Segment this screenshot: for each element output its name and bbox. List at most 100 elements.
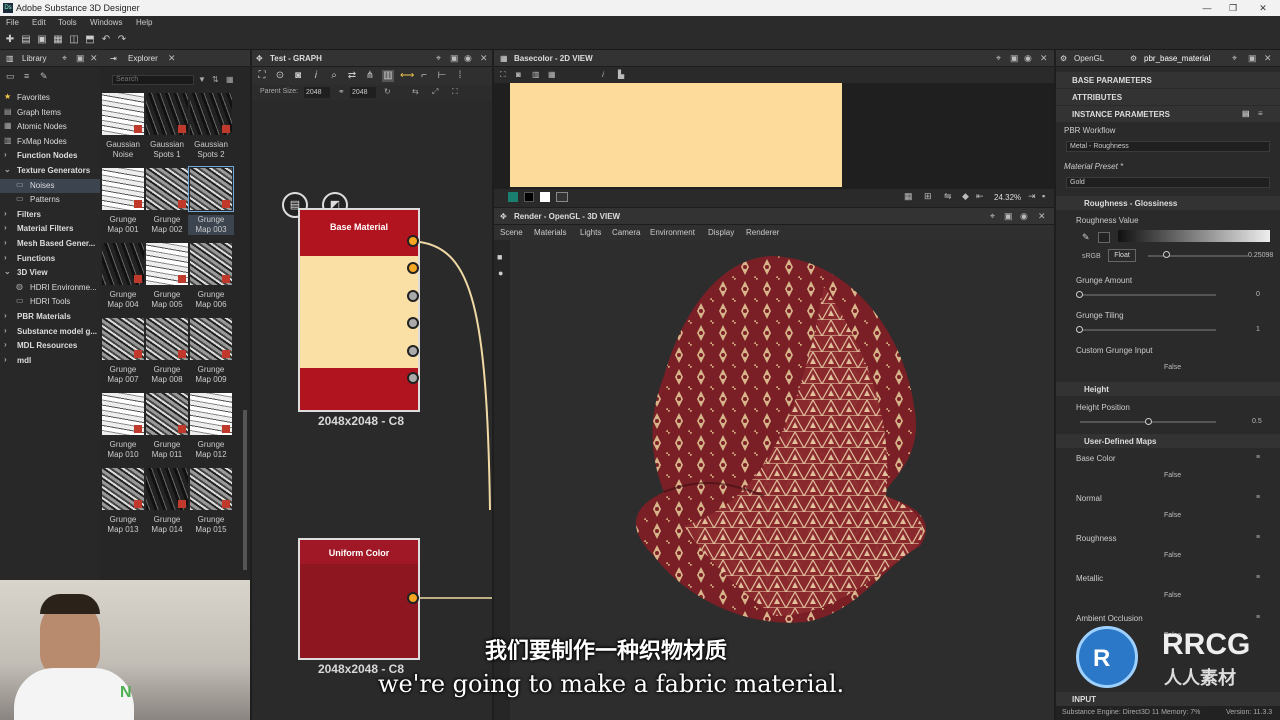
- search-icon[interactable]: ⌕: [328, 70, 340, 82]
- grid-icon[interactable]: ▦: [904, 191, 913, 202]
- props-float-icon[interactable]: ▣: [1248, 53, 1257, 64]
- graph-tab[interactable]: Test - GRAPH: [270, 54, 322, 63]
- sort-icon[interactable]: ⇅: [212, 75, 219, 84]
- texture-thumbnail[interactable]: [146, 243, 188, 285]
- color-space-label[interactable]: sRGB: [1082, 253, 1101, 260]
- library-item[interactable]: ▦ Atomic Nodes: [0, 120, 100, 134]
- menu-tools[interactable]: Tools: [58, 18, 77, 27]
- library-item[interactable]: › Substance model g...: [0, 325, 100, 339]
- export-icon[interactable]: ⬒: [84, 34, 96, 46]
- map-value[interactable]: False: [1164, 472, 1181, 479]
- close-button[interactable]: ✕: [1252, 2, 1274, 14]
- explorer-search-input[interactable]: Search: [112, 75, 194, 85]
- info-icon[interactable]: 𝑖: [310, 70, 322, 82]
- histogram-icon[interactable]: ▙: [618, 70, 624, 79]
- maximize-button[interactable]: ❐: [1222, 2, 1244, 14]
- link-size-icon[interactable]: ⚭: [338, 87, 345, 96]
- refresh-icon[interactable]: ↻: [384, 87, 391, 96]
- float-toggle[interactable]: Float: [1108, 249, 1136, 262]
- 3d-view-tab[interactable]: Render - OpenGL - 3D VIEW: [514, 212, 620, 221]
- library-item[interactable]: ▥ FxMap Nodes: [0, 135, 100, 149]
- share-icon[interactable]: ⋔: [364, 70, 376, 82]
- library-tab[interactable]: Library: [22, 54, 46, 63]
- explorer-close-icon[interactable]: ✕: [168, 53, 176, 64]
- menu-icon[interactable]: ≡: [1258, 109, 1263, 118]
- video-camera-icon[interactable]: ■: [497, 252, 502, 262]
- dots-icon[interactable]: ⁞: [454, 70, 466, 82]
- redo-icon[interactable]: ↷: [116, 34, 128, 46]
- white-bg-swatch[interactable]: [540, 192, 550, 202]
- float-icon[interactable]: ▣: [76, 53, 85, 64]
- uniform-color-node[interactable]: Uniform Color: [298, 538, 420, 660]
- zoom-in-icon[interactable]: ⇥: [1028, 191, 1036, 202]
- fit-icon[interactable]: [556, 192, 568, 202]
- base-material-node[interactable]: Base Material: [298, 208, 420, 412]
- 2d-close-icon[interactable]: ✕: [1040, 53, 1048, 64]
- size-dropdown[interactable]: 2048: [350, 87, 376, 98]
- eyedropper-icon[interactable]: ✎: [1082, 232, 1090, 243]
- frame-icon[interactable]: ⛶: [500, 70, 506, 80]
- library-item[interactable]: › Function Nodes: [0, 149, 100, 163]
- height-group-header[interactable]: Height: [1056, 382, 1280, 396]
- menu-file[interactable]: File: [6, 18, 19, 27]
- zoom-out-icon[interactable]: ⇤: [976, 191, 984, 202]
- explorer-tab[interactable]: Explorer: [128, 54, 158, 63]
- checker-icon[interactable]: ▦: [548, 70, 556, 79]
- texture-thumbnail[interactable]: [190, 243, 232, 285]
- explorer-scrollbar[interactable]: [243, 410, 247, 570]
- props-close-icon[interactable]: ✕: [1264, 53, 1272, 64]
- focus-icon[interactable]: ⊙: [274, 70, 286, 82]
- library-item[interactable]: › PBR Materials: [0, 310, 100, 324]
- map-value[interactable]: False: [1164, 512, 1181, 519]
- menu-help[interactable]: Help: [136, 18, 152, 27]
- input-section[interactable]: INPUT: [1056, 692, 1280, 706]
- filter-icon[interactable]: ▼: [198, 75, 206, 84]
- grid-icon[interactable]: ▦: [226, 75, 234, 84]
- custom-grunge-value[interactable]: False: [1164, 364, 1181, 371]
- open-icon[interactable]: ▤: [20, 34, 32, 46]
- library-item[interactable]: › mdl: [0, 354, 100, 368]
- 3d-menu-camera[interactable]: Camera: [612, 228, 640, 237]
- parent-size-dropdown[interactable]: 2048: [304, 87, 330, 98]
- graph-pin-icon[interactable]: ⌖: [436, 53, 441, 64]
- texture-thumbnail[interactable]: [102, 168, 144, 210]
- save-all-icon[interactable]: ▦: [52, 34, 64, 46]
- map-menu-icon[interactable]: ≡: [1256, 534, 1260, 541]
- props-pin-icon[interactable]: ⌖: [1232, 53, 1237, 64]
- texture-thumbnail[interactable]: [190, 393, 232, 435]
- 2d-view-tab[interactable]: Basecolor - 2D VIEW: [514, 54, 593, 63]
- texture-thumbnail[interactable]: [190, 93, 232, 135]
- color-swatch[interactable]: [1098, 232, 1110, 243]
- align-icon[interactable]: ⇄: [346, 70, 358, 82]
- graph-float-icon[interactable]: ▣: [450, 53, 459, 64]
- 3d-close-icon[interactable]: ✕: [1038, 211, 1046, 222]
- library-item[interactable]: ⌄ Texture Generators: [0, 164, 100, 178]
- undo-icon[interactable]: ↶: [100, 34, 112, 46]
- black-bg-swatch[interactable]: [524, 192, 534, 202]
- texture-thumbnail[interactable]: [102, 243, 144, 285]
- library-item[interactable]: ◍ HDRI Environme...: [0, 281, 100, 295]
- tile-icon[interactable]: ⊞: [924, 191, 932, 202]
- roughness-gradient[interactable]: [1118, 230, 1270, 242]
- height-position-value[interactable]: 0.5: [1252, 418, 1262, 425]
- library-item[interactable]: ★ Favorites: [0, 91, 100, 105]
- 3d-menu-renderer[interactable]: Renderer: [746, 228, 779, 237]
- flip-icon[interactable]: ⇋: [944, 191, 952, 202]
- preset-icon[interactable]: ▤: [1242, 109, 1250, 118]
- graph-menu-icon[interactable]: ✥: [256, 54, 263, 63]
- 3d-max-icon[interactable]: ◉: [1020, 211, 1028, 222]
- connect-icon[interactable]: ⌐: [418, 70, 430, 82]
- 3d-menu-environment[interactable]: Environment: [650, 228, 695, 237]
- link-icon[interactable]: ⟷: [400, 70, 414, 82]
- texture-thumbnail[interactable]: [102, 318, 144, 360]
- lock-icon[interactable]: ▪: [1042, 191, 1045, 201]
- texture-thumbnail[interactable]: [190, 318, 232, 360]
- channels-icon[interactable]: ▥: [532, 70, 540, 79]
- 2d-max-icon[interactable]: ◉: [1024, 53, 1032, 64]
- base-parameters-section[interactable]: BASE PARAMETERS: [1056, 72, 1280, 88]
- opengl-tab[interactable]: OpenGL: [1074, 54, 1104, 63]
- material-tab[interactable]: pbr_base_material: [1144, 54, 1210, 63]
- light-bulb-icon[interactable]: ●: [498, 268, 503, 278]
- roughness-slider-knob[interactable]: [1163, 251, 1170, 258]
- height-position-knob[interactable]: [1145, 418, 1152, 425]
